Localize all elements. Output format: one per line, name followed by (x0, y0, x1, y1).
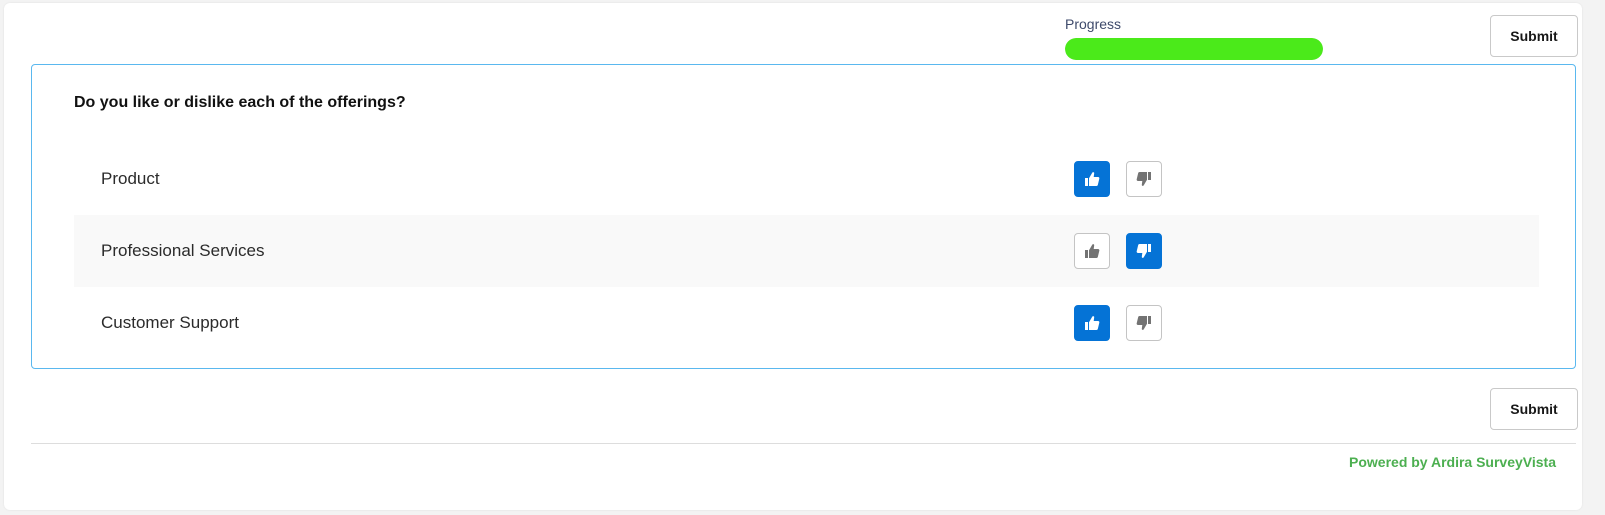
question-panel: Do you like or dislike each of the offer… (31, 64, 1576, 369)
row-label: Product (101, 169, 160, 188)
progress-section: Progress (1065, 16, 1323, 60)
footer-divider (31, 443, 1576, 444)
progress-label: Progress (1065, 16, 1122, 32)
table-row: Customer Support (74, 287, 1539, 359)
row-label: Professional Services (101, 241, 265, 260)
thumbs-down-icon (1136, 244, 1151, 258)
table-row: Product (74, 143, 1539, 215)
dislike-button[interactable] (1126, 233, 1162, 269)
thumbs-up-icon (1085, 244, 1100, 258)
thumbs-up-icon (1085, 172, 1100, 186)
survey-card: Progress Submit Do you like or dislike e… (4, 3, 1582, 510)
question-rows: Product Professional Services Customer S… (74, 143, 1539, 359)
table-row: Professional Services (74, 215, 1539, 287)
like-button[interactable] (1074, 233, 1110, 269)
submit-button-top[interactable]: Submit (1490, 15, 1578, 57)
progress-bar-fill (1065, 38, 1323, 60)
powered-by-text: Powered by Ardira SurveyVista (1349, 454, 1556, 470)
question-title: Do you like or dislike each of the offer… (74, 94, 406, 111)
row-label: Customer Support (101, 313, 239, 332)
like-button[interactable] (1074, 305, 1110, 341)
thumbs-down-icon (1136, 316, 1151, 330)
thumbs-up-icon (1085, 316, 1100, 330)
dislike-button[interactable] (1126, 305, 1162, 341)
dislike-button[interactable] (1126, 161, 1162, 197)
like-button[interactable] (1074, 161, 1110, 197)
thumbs-down-icon (1136, 172, 1151, 186)
submit-button-bottom[interactable]: Submit (1490, 388, 1578, 430)
progress-bar (1065, 38, 1323, 60)
